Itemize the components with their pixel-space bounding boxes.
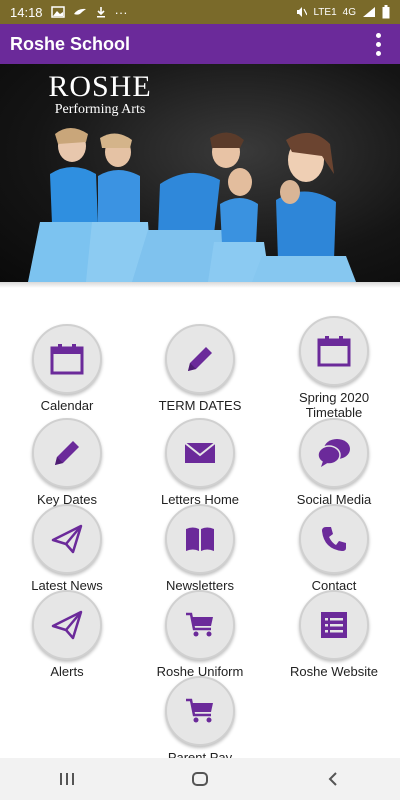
battery-icon [382, 5, 390, 19]
tile-label: Spring 2020 Timetable [298, 390, 370, 420]
tile-key-dates[interactable]: Key Dates [7, 418, 127, 507]
app-bar: Roshe School [0, 24, 400, 64]
banner-title: ROSHE Performing Arts [40, 70, 160, 118]
tile-parent-pay[interactable]: Parent Pay [140, 676, 260, 765]
pencil-icon [165, 324, 235, 394]
shopping-cart-icon [165, 676, 235, 746]
download-icon [95, 6, 107, 18]
bird-notification-icon [73, 6, 87, 18]
tile-calendar[interactable]: Calendar [7, 324, 127, 413]
app-title: Roshe School [10, 33, 131, 54]
book-icon [165, 504, 235, 574]
tile-letters-home[interactable]: Letters Home [140, 418, 260, 507]
signal-icon [362, 6, 376, 18]
envelope-icon [165, 418, 235, 488]
status-bar: 14:18 ··· LTE1 4G [0, 0, 400, 24]
list-icon [299, 590, 369, 660]
banner-shadow [0, 282, 400, 288]
tile-label: Alerts [50, 664, 84, 679]
network-label: LTE1 [313, 6, 337, 18]
tile-latest-news[interactable]: Latest News [7, 504, 127, 593]
tile-newsletters[interactable]: Newsletters [140, 504, 260, 593]
chat-bubbles-icon [299, 418, 369, 488]
banner-title-main: ROSHE [48, 70, 152, 103]
recent-apps-icon[interactable] [37, 759, 97, 799]
gallery-notification-icon [50, 6, 65, 18]
paper-plane-icon [32, 504, 102, 574]
tile-term-dates[interactable]: TERM DATES [140, 324, 260, 413]
paper-plane-icon [32, 590, 102, 660]
pencil-icon [32, 418, 102, 488]
tile-label: Calendar [40, 398, 94, 413]
calendar-icon [299, 316, 369, 386]
tile-roshe-website[interactable]: Roshe Website [274, 590, 394, 679]
tile-roshe-uniform[interactable]: Roshe Uniform [140, 590, 260, 679]
back-icon[interactable] [303, 759, 363, 799]
calendar-icon [32, 324, 102, 394]
tile-label: Roshe Website [290, 664, 378, 679]
tile-contact[interactable]: Contact [274, 504, 394, 593]
overflow-menu-icon[interactable] [366, 27, 390, 61]
tile-alerts[interactable]: Alerts [7, 590, 127, 679]
tile-label: TERM DATES [158, 398, 242, 413]
network-type: 4G [342, 6, 356, 18]
banner-subtitle: Performing Arts [54, 102, 146, 117]
more-notifications: ··· [114, 4, 128, 20]
tile-social-media[interactable]: Social Media [274, 418, 394, 507]
banner-image: ROSHE Performing Arts [0, 64, 400, 282]
tile-spring-timetable[interactable]: Spring 2020 Timetable [274, 316, 394, 420]
phone-icon [299, 504, 369, 574]
system-nav-bar [0, 758, 400, 800]
home-icon[interactable] [170, 759, 230, 799]
mute-icon [295, 6, 308, 18]
status-time: 14:18 [10, 4, 43, 20]
shopping-cart-icon [165, 590, 235, 660]
